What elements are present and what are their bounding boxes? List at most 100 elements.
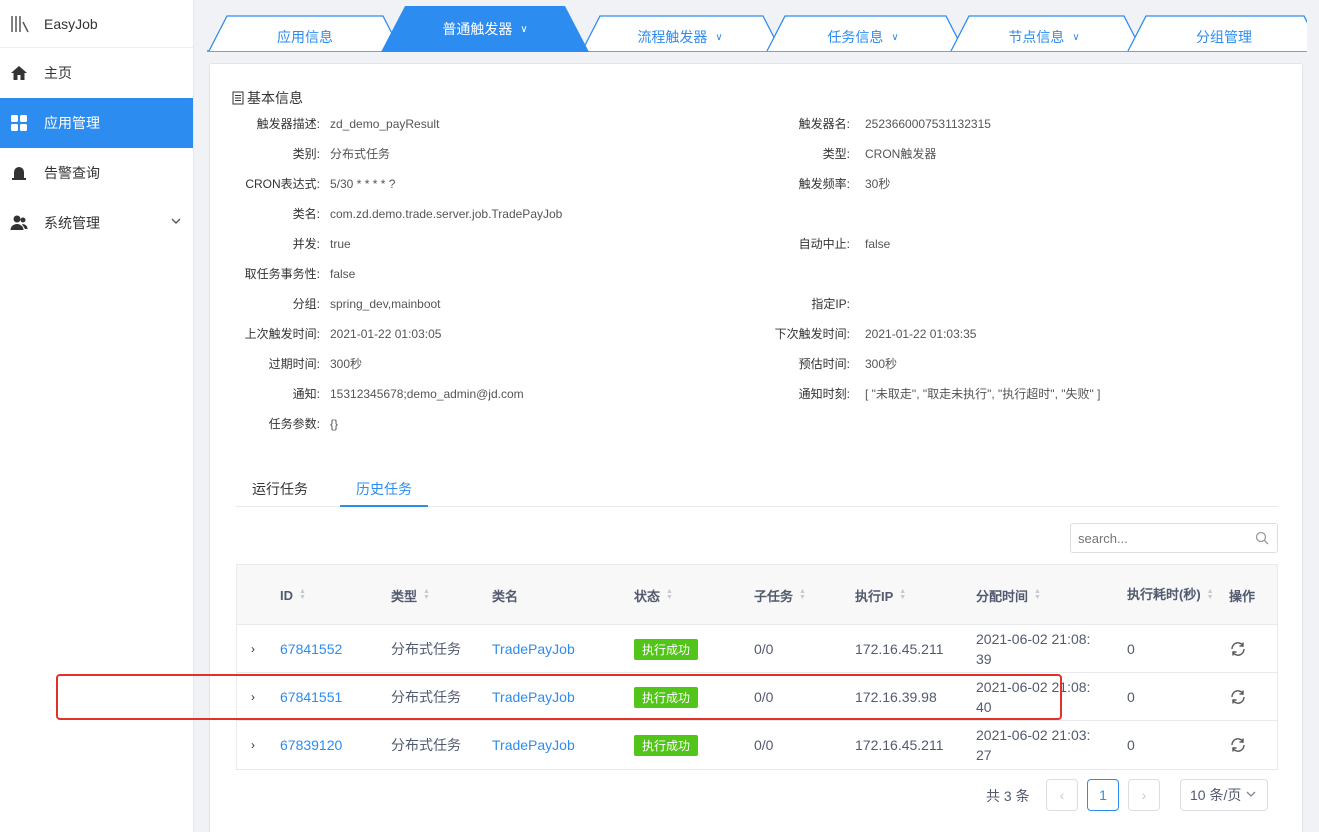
info-value: CRON触发器 xyxy=(865,147,937,161)
exec-ip: 172.16.45.211 xyxy=(855,737,944,753)
info-label: 下次触发时间: xyxy=(774,327,850,341)
alarm-icon xyxy=(10,164,28,182)
tab-label: 应用信息 xyxy=(277,29,333,45)
status-cell: 执行成功 xyxy=(634,625,699,673)
info-label: 取任务事务性: xyxy=(244,267,320,281)
column-header-label: ID xyxy=(280,587,293,603)
column-header-assign-time[interactable]: 分配时间 ▲ ▼ xyxy=(976,565,1041,625)
tab-node-info[interactable]: 节点信息 ∨ xyxy=(953,22,1135,52)
subtask-count: 0/0 xyxy=(754,641,774,657)
search-input[interactable] xyxy=(1071,524,1241,552)
tab-flow-trigger[interactable]: 流程触发器 ∨ xyxy=(587,22,773,52)
column-header-ip[interactable]: 执行IP ▲ ▼ xyxy=(855,565,906,625)
assign-time-line: 27 xyxy=(976,747,992,763)
task-id-link[interactable]: 67839120 xyxy=(280,721,342,769)
expand-row-icon[interactable]: › xyxy=(251,642,255,656)
top-tab-bar: 应用信息 普通触发器 ∨ 流程触发器 ∨ 任务信息 ∨ 节点信息 ∨ 分组管理 xyxy=(207,4,1307,52)
sidebar-item-home[interactable]: 主页 xyxy=(0,48,193,98)
sort-icon[interactable]: ▲ ▼ xyxy=(799,588,806,601)
rerun-icon[interactable] xyxy=(1229,736,1247,754)
prev-page-button[interactable]: ‹ xyxy=(1046,779,1078,811)
next-page-button[interactable]: › xyxy=(1128,779,1160,811)
chevron-down-icon: ∨ xyxy=(520,23,528,35)
app-logo[interactable]: EasyJob xyxy=(0,0,193,48)
table-header: ID ▲ ▼ 类型 ▲ ▼ 类名 状态 ▲ ▼ 子任务 ▲ ▼ 执行IP ▲ ▼ 分配时间 ▲ ▼ 执行… xyxy=(237,565,1277,625)
sort-icon[interactable]: ▲ ▼ xyxy=(666,588,673,601)
tab-label: 任务信息 xyxy=(827,29,884,45)
info-value: {} xyxy=(330,417,339,431)
chevron-down-icon: ∨ xyxy=(715,31,723,43)
info-label: 预估时间: xyxy=(798,357,850,371)
tab-normal-trigger[interactable]: 普通触发器 ∨ xyxy=(393,14,577,44)
info-value: 2523660007531132315 xyxy=(865,117,991,131)
tab-label: 分组管理 xyxy=(1196,29,1252,45)
info-value: false xyxy=(865,237,891,251)
task-type: 分布式任务 xyxy=(391,737,461,753)
column-header-label: 状态 xyxy=(634,588,661,604)
tab-label: 流程触发器 xyxy=(637,29,708,45)
task-class-link[interactable]: TradePayJob xyxy=(492,721,575,769)
task-id-link[interactable]: 67841552 xyxy=(280,625,342,673)
sort-icon[interactable]: ▲ ▼ xyxy=(899,588,906,601)
column-header-label: 操作 xyxy=(1229,588,1256,604)
expand-row-icon[interactable]: › xyxy=(251,738,255,752)
info-value: [ "未取走", "取走未执行", "执行超时", "失败" ] xyxy=(865,387,1101,401)
sort-icon[interactable]: ▲ ▼ xyxy=(299,588,306,601)
tab-task-info[interactable]: 任务信息 ∨ xyxy=(773,22,953,52)
task-class-link[interactable]: TradePayJob xyxy=(492,625,575,673)
tab-group-management[interactable]: 分组管理 xyxy=(1133,22,1315,52)
rerun-icon[interactable] xyxy=(1229,640,1247,658)
total-count: 共 3 条 xyxy=(986,788,1030,804)
info-value: spring_dev,mainboot xyxy=(330,297,441,311)
exec-cost: 0 xyxy=(1127,737,1135,753)
sort-icon[interactable]: ▲ ▼ xyxy=(1034,588,1041,601)
home-icon xyxy=(10,64,28,82)
sidebar-item-label: 系统管理 xyxy=(44,215,100,231)
info-label: 触发器名: xyxy=(798,117,850,131)
page-button[interactable]: 1 xyxy=(1087,779,1119,811)
column-header-label: 执行耗时(秒) xyxy=(1127,587,1201,602)
chevron-left-icon: ‹ xyxy=(1059,787,1065,803)
rerun-icon[interactable] xyxy=(1229,688,1247,706)
sidebar-item-system[interactable]: 系统管理 xyxy=(0,198,193,248)
subtab-running-tasks[interactable]: 运行任务 xyxy=(252,479,308,499)
page-size-value: 10 条/页 xyxy=(1190,787,1242,803)
chevron-down-icon xyxy=(1246,791,1256,797)
status-badge: 执行成功 xyxy=(634,734,699,756)
column-header-type[interactable]: 类型 ▲ ▼ xyxy=(391,565,430,625)
info-value: zd_demo_payResult xyxy=(330,117,440,131)
sort-icon[interactable]: ▲ ▼ xyxy=(1207,588,1214,601)
info-value: 2021-01-22 01:03:05 xyxy=(330,327,442,341)
exec-cost: 0 xyxy=(1127,641,1135,657)
search-icon[interactable] xyxy=(1255,531,1269,545)
sidebar-item-app-management[interactable]: 应用管理 xyxy=(0,98,193,148)
info-label: 类名: xyxy=(292,207,320,221)
document-icon xyxy=(232,91,244,105)
sidebar-item-alarm[interactable]: 告警查询 xyxy=(0,148,193,198)
subtab-history-tasks[interactable]: 历史任务 xyxy=(356,479,412,499)
chevron-down-icon: ∨ xyxy=(891,31,899,43)
history-task-table: ID ▲ ▼ 类型 ▲ ▼ 类名 状态 ▲ ▼ 子任务 ▲ ▼ 执行IP ▲ ▼ 分配时间 ▲ ▼ 执行… xyxy=(236,564,1278,770)
highlighted-row-outline xyxy=(56,674,1062,720)
info-value: true xyxy=(330,237,351,251)
sidebar-item-label: 主页 xyxy=(44,65,72,81)
chevron-down-icon: ∨ xyxy=(1072,31,1080,43)
column-header-id[interactable]: ID ▲ ▼ xyxy=(280,565,306,625)
info-label: 触发频率: xyxy=(798,177,850,191)
info-value: 2021-01-22 01:03:35 xyxy=(865,327,977,341)
tab-app-info[interactable]: 应用信息 xyxy=(215,22,395,52)
tab-label: 节点信息 xyxy=(1008,29,1065,45)
column-header-cost[interactable]: 执行耗时(秒) ▲ ▼ xyxy=(1127,565,1217,625)
sort-icon[interactable]: ▲ ▼ xyxy=(423,588,430,601)
assign-time: 2021-06-02 21:03: 27 xyxy=(976,721,1096,769)
page-size-select[interactable]: 10 条/页 xyxy=(1180,779,1268,811)
exec-cost: 0 xyxy=(1127,689,1135,705)
table-row: › 67841552 分布式任务 TradePayJob 执行成功 0/0 172.16.4… xyxy=(237,625,1277,673)
column-header-status[interactable]: 状态 ▲ ▼ xyxy=(634,565,673,625)
section-title: 基本信息 xyxy=(232,88,303,108)
column-header-subtask[interactable]: 子任务 ▲ ▼ xyxy=(754,565,806,625)
info-value: false xyxy=(330,267,356,281)
info-label: 类别: xyxy=(292,147,320,161)
grid-icon xyxy=(10,114,28,132)
sub-tab-bar: 运行任务 历史任务 xyxy=(236,469,1278,507)
